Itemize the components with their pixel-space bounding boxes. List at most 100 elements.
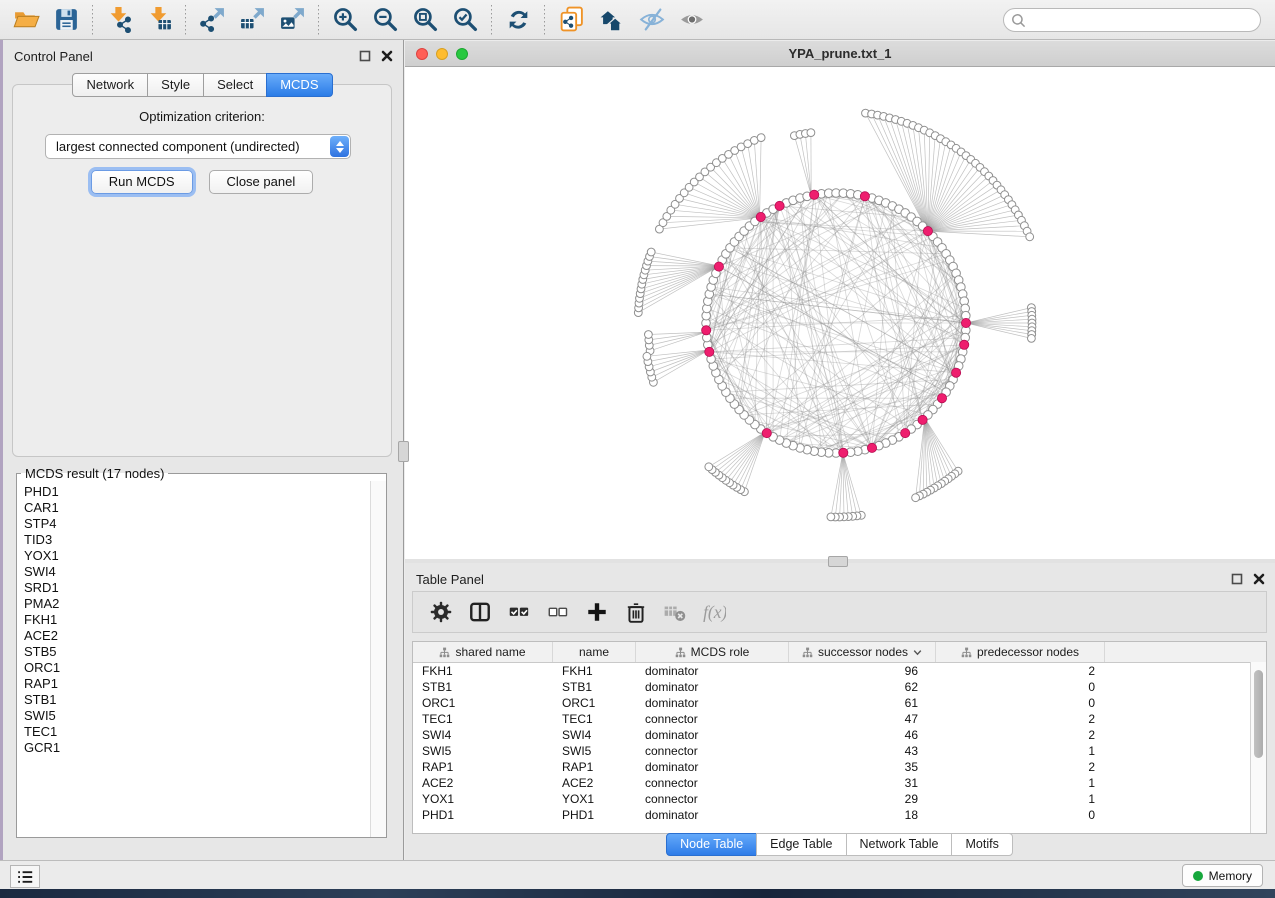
mcds-result-item[interactable]: FKH1 bbox=[24, 612, 371, 628]
open-file-button[interactable] bbox=[6, 3, 46, 37]
column-header-shared-name[interactable]: shared name bbox=[413, 642, 553, 662]
show-all-button[interactable] bbox=[671, 3, 711, 37]
column-header-name[interactable]: name bbox=[553, 642, 636, 662]
deselect-all-button[interactable] bbox=[546, 600, 570, 624]
sort-menu-icon bbox=[913, 649, 922, 656]
search-input[interactable] bbox=[1003, 8, 1261, 32]
mcds-result-list[interactable]: PHD1CAR1STP4TID3YOX1SWI4SRD1PMA2FKH1ACE2… bbox=[17, 481, 371, 837]
search-box bbox=[1003, 8, 1261, 32]
settings-gear-button[interactable] bbox=[429, 600, 453, 624]
tab-mcds[interactable]: MCDS bbox=[266, 73, 332, 97]
run-mcds-button[interactable]: Run MCDS bbox=[91, 170, 193, 194]
show-columns-button[interactable] bbox=[468, 600, 492, 624]
mcds-result-item[interactable]: GCR1 bbox=[24, 740, 371, 756]
select-all-icon bbox=[507, 600, 531, 624]
cell-MCDS-role: dominator bbox=[636, 760, 789, 774]
zoom-selected-button[interactable] bbox=[445, 3, 485, 37]
export-table-icon bbox=[239, 6, 266, 33]
mcds-result-item[interactable]: SRD1 bbox=[24, 580, 371, 596]
mcds-result-item[interactable]: RAP1 bbox=[24, 676, 371, 692]
tab-edge-table[interactable]: Edge Table bbox=[756, 833, 846, 856]
function-builder-button: f(x) bbox=[702, 600, 726, 624]
table-scrollbar-thumb[interactable] bbox=[1254, 670, 1263, 758]
cell-name: FKH1 bbox=[553, 664, 636, 678]
mcds-result-item[interactable]: PHD1 bbox=[24, 484, 371, 500]
cell-shared-name: ORC1 bbox=[413, 696, 553, 710]
zoom-out-button[interactable] bbox=[365, 3, 405, 37]
show-columns-icon bbox=[468, 600, 492, 624]
network-window-titlebar: YPA_prune.txt_1 bbox=[405, 41, 1275, 67]
close-panel-button[interactable]: Close panel bbox=[209, 170, 314, 194]
optimization-select[interactable]: largest connected component (undirected) bbox=[45, 134, 351, 159]
export-table-button[interactable] bbox=[232, 3, 272, 37]
mcds-result-item[interactable]: TEC1 bbox=[24, 724, 371, 740]
column-header-successor-nodes[interactable]: successor nodes bbox=[789, 642, 936, 662]
table-row[interactable]: RAP1RAP1dominator352 bbox=[413, 759, 1266, 775]
mcds-result-item[interactable]: STB1 bbox=[24, 692, 371, 708]
table-row[interactable]: ACE2ACE2connector311 bbox=[413, 775, 1266, 791]
task-history-button[interactable] bbox=[10, 865, 40, 888]
table-row[interactable]: YOX1YOX1connector291 bbox=[413, 791, 1266, 807]
column-header-predecessor-nodes[interactable]: predecessor nodes bbox=[936, 642, 1105, 662]
delete-column-button[interactable] bbox=[624, 600, 648, 624]
horizontal-splitter-handle[interactable] bbox=[828, 556, 848, 567]
tab-style[interactable]: Style bbox=[147, 73, 204, 97]
cell-shared-name: YOX1 bbox=[413, 792, 553, 806]
mcds-result-item[interactable]: ORC1 bbox=[24, 660, 371, 676]
export-image-button[interactable] bbox=[272, 3, 312, 37]
mcds-result-item[interactable]: PMA2 bbox=[24, 596, 371, 612]
close-panel-icon[interactable] bbox=[381, 50, 393, 62]
cell-shared-name: PHD1 bbox=[413, 808, 553, 822]
network-view[interactable] bbox=[405, 67, 1275, 559]
mcds-result-item[interactable]: SWI5 bbox=[24, 708, 371, 724]
mcds-result-item[interactable]: STP4 bbox=[24, 516, 371, 532]
cell-successor-nodes: 46 bbox=[789, 728, 936, 742]
cell-name: SWI5 bbox=[553, 744, 636, 758]
open-file-icon bbox=[13, 6, 40, 33]
add-column-button[interactable] bbox=[585, 600, 609, 624]
table-row[interactable]: PHD1PHD1dominator180 bbox=[413, 807, 1266, 823]
refresh-button[interactable] bbox=[498, 3, 538, 37]
tab-network-table[interactable]: Network Table bbox=[846, 833, 953, 856]
export-network-button[interactable] bbox=[192, 3, 232, 37]
vertical-splitter-handle[interactable] bbox=[398, 441, 409, 462]
tab-motifs[interactable]: Motifs bbox=[951, 833, 1012, 856]
mcds-result-item[interactable]: STB5 bbox=[24, 644, 371, 660]
column-header-MCDS-role[interactable]: MCDS role bbox=[636, 642, 789, 662]
close-panel-icon[interactable] bbox=[1253, 573, 1265, 585]
save-session-button[interactable] bbox=[46, 3, 86, 37]
table-row[interactable]: STB1STB1dominator620 bbox=[413, 679, 1266, 695]
hide-selected-button[interactable] bbox=[631, 3, 671, 37]
tab-node-table[interactable]: Node Table bbox=[666, 833, 757, 856]
mcds-result-item[interactable]: SWI4 bbox=[24, 564, 371, 580]
tab-select[interactable]: Select bbox=[203, 73, 267, 97]
mcds-result-item[interactable]: TID3 bbox=[24, 532, 371, 548]
select-all-button[interactable] bbox=[507, 600, 531, 624]
mcds-result-item[interactable]: ACE2 bbox=[24, 628, 371, 644]
copy-networks-button[interactable] bbox=[551, 3, 591, 37]
table-row[interactable]: TEC1TEC1connector472 bbox=[413, 711, 1266, 727]
select-stepper-icon bbox=[330, 136, 349, 157]
float-panel-icon[interactable] bbox=[1231, 573, 1243, 585]
mcds-result-item[interactable]: CAR1 bbox=[24, 500, 371, 516]
mcds-result-item[interactable]: YOX1 bbox=[24, 548, 371, 564]
zoom-fit-button[interactable] bbox=[405, 3, 445, 37]
cell-name: SWI4 bbox=[553, 728, 636, 742]
application-window: Control Panel NetworkStyleSelectMCDS Opt… bbox=[0, 0, 1275, 898]
table-row[interactable]: SWI5SWI5connector431 bbox=[413, 743, 1266, 759]
import-table-button[interactable] bbox=[139, 3, 179, 37]
import-network-button[interactable] bbox=[99, 3, 139, 37]
first-neighbors-button[interactable] bbox=[591, 3, 631, 37]
memory-button[interactable]: Memory bbox=[1182, 864, 1263, 887]
table-row[interactable]: FKH1FKH1dominator962 bbox=[413, 663, 1266, 679]
result-scrollbar[interactable] bbox=[370, 481, 386, 837]
cell-predecessor-nodes: 2 bbox=[936, 760, 1105, 774]
main-toolbar bbox=[0, 0, 1275, 40]
cell-MCDS-role: dominator bbox=[636, 808, 789, 822]
float-panel-icon[interactable] bbox=[359, 50, 371, 62]
table-row[interactable]: SWI4SWI4dominator462 bbox=[413, 727, 1266, 743]
table-row[interactable]: ORC1ORC1dominator610 bbox=[413, 695, 1266, 711]
zoom-in-button[interactable] bbox=[325, 3, 365, 37]
tab-network[interactable]: Network bbox=[72, 73, 148, 97]
table-scrollbar[interactable] bbox=[1250, 662, 1266, 833]
